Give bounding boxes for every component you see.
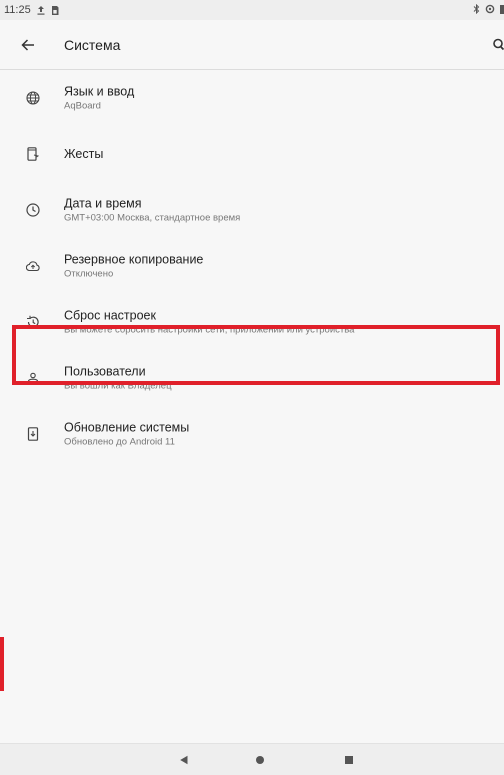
arrow-back-icon [21, 39, 34, 51]
back-button[interactable] [16, 33, 40, 57]
status-left: 11:25 [4, 4, 59, 16]
settings-item-subtitle: GMT+03:00 Москва, стандартное время [64, 212, 241, 224]
settings-item-date-time[interactable]: Дата и время GMT+03:00 Москва, стандартн… [0, 182, 504, 238]
settings-item-title: Дата и время [64, 196, 142, 211]
sim-icon [51, 5, 59, 15]
settings-item-texts: Резервное копирование Отключено [64, 252, 203, 281]
nav-recents-icon [345, 756, 353, 764]
settings-item-texts: Сброс настроек Вы можете сбросить настро… [64, 308, 354, 337]
history-icon [25, 314, 41, 330]
upload-icon [37, 5, 45, 15]
battery-icon [500, 4, 504, 17]
status-right [473, 3, 504, 17]
status-bar: 11:25 [0, 0, 504, 20]
clock-icon [25, 202, 41, 218]
nav-back-icon [180, 755, 188, 765]
settings-item-texts: Язык и ввод AqBoard [64, 84, 134, 113]
settings-item-title: Пользователи [64, 364, 146, 379]
settings-item-subtitle: Вы вошли как Владелец [64, 380, 172, 392]
person-icon [25, 370, 41, 386]
settings-item-title: Сброс настроек [64, 308, 156, 323]
settings-item-title: Язык и ввод [64, 84, 135, 99]
settings-item-title: Жесты [64, 147, 104, 161]
settings-list: Язык и ввод AqBoard Жесты Дата и время G… [0, 70, 504, 462]
settings-item-gestures[interactable]: Жесты [0, 126, 504, 182]
settings-item-backup[interactable]: Резервное копирование Отключено [0, 238, 504, 294]
settings-item-title: Резервное копирование [64, 252, 204, 267]
nav-home-icon [256, 756, 264, 764]
settings-item-language[interactable]: Язык и ввод AqBoard [0, 70, 504, 126]
settings-screen: 11:25 Система Язык и ввод AqBoard Жесты … [0, 0, 504, 775]
settings-item-subtitle: Отключено [64, 268, 114, 280]
settings-item-subtitle: Вы можете сбросить настройки сети, прило… [64, 324, 355, 336]
gestures-phone-icon [25, 146, 41, 162]
page-title: Система [64, 37, 121, 53]
app-bar: Система [0, 20, 504, 70]
settings-item-texts: Обновление системы Обновлено до Android … [64, 420, 189, 449]
settings-item-subtitle: AqBoard [64, 100, 101, 112]
navigation-bar [0, 743, 504, 775]
nav-back-button[interactable] [176, 752, 192, 768]
data-saver-icon [485, 4, 495, 17]
cloud-upload-icon [25, 258, 41, 274]
red-edge-mark [0, 637, 4, 691]
bluetooth-icon [473, 3, 480, 17]
settings-item-subtitle: Обновлено до Android 11 [64, 436, 175, 448]
settings-item-users[interactable]: Пользователи Вы вошли как Владелец [0, 350, 504, 406]
search-icon [493, 38, 504, 51]
settings-item-texts: Пользователи Вы вошли как Владелец [64, 364, 172, 393]
globe-icon [25, 90, 41, 106]
status-time: 11:25 [4, 4, 31, 16]
settings-item-texts: Дата и время GMT+03:00 Москва, стандартн… [64, 196, 240, 225]
nav-recents-button[interactable] [341, 752, 357, 768]
system-update-icon [25, 426, 41, 442]
settings-item-reset[interactable]: Сброс настроек Вы можете сбросить настро… [0, 294, 504, 350]
search-button[interactable] [486, 33, 504, 57]
settings-item-title: Обновление системы [64, 420, 190, 435]
nav-home-button[interactable] [252, 752, 268, 768]
settings-item-texts: Жесты [64, 146, 103, 162]
settings-item-system-update[interactable]: Обновление системы Обновлено до Android … [0, 406, 504, 462]
